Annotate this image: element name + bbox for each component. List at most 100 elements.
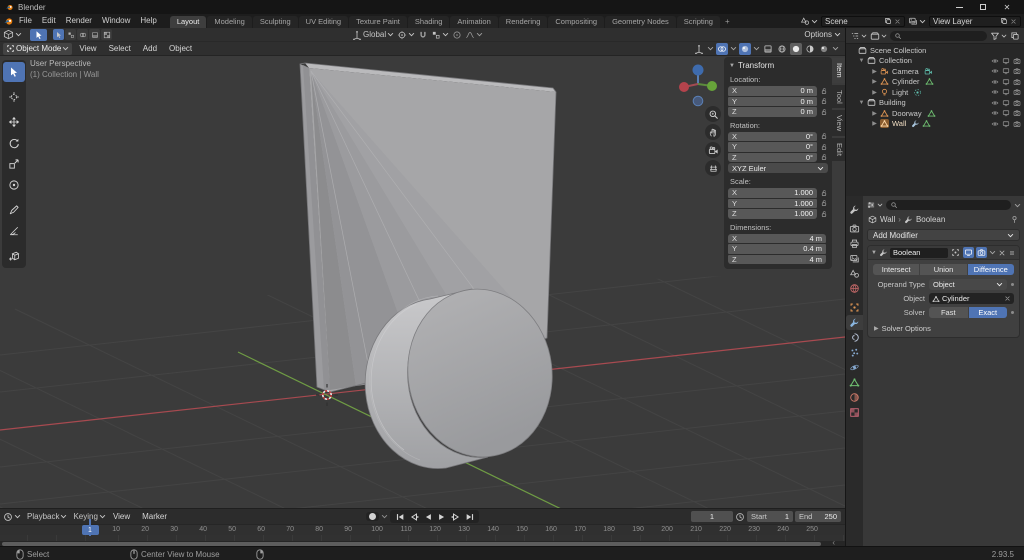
viewport-menu-add[interactable]: Add	[138, 44, 162, 53]
lock-icon[interactable]	[817, 97, 828, 105]
lock-icon[interactable]	[817, 108, 828, 116]
chevron-down-icon[interactable]	[730, 45, 737, 52]
add-modifier-dropdown[interactable]: Add Modifier	[867, 229, 1020, 241]
disable-render-icon[interactable]	[1013, 99, 1021, 107]
select-mode-set-button[interactable]	[53, 29, 64, 40]
location-z-field[interactable]: Z0 m	[728, 107, 817, 117]
sidebar-tab-item[interactable]: Item	[832, 58, 845, 83]
editor-type-button[interactable]	[3, 29, 22, 40]
zoom-button[interactable]	[705, 106, 721, 122]
frame-end-field[interactable]: End250	[795, 511, 841, 522]
timeline-menu-playback[interactable]: Playback	[27, 512, 67, 521]
props-tab-object[interactable]	[846, 300, 863, 315]
props-tab-physics[interactable]	[846, 360, 863, 375]
animate-dot-icon[interactable]	[1011, 283, 1014, 286]
viewport-menu-select[interactable]: Select	[104, 44, 136, 53]
workspace-tab-scripting[interactable]: Scripting	[677, 16, 720, 28]
mesh-data-icon[interactable]	[925, 77, 934, 86]
lock-icon[interactable]	[817, 153, 828, 161]
play-button[interactable]	[435, 511, 448, 522]
navigation-gizmo[interactable]	[672, 58, 724, 110]
expander-icon[interactable]: ▶	[871, 120, 878, 127]
breadcrumb-modifier[interactable]: Boolean	[916, 215, 945, 224]
hide-eye-icon[interactable]	[991, 88, 999, 96]
toggle-xray-button[interactable]	[762, 43, 774, 55]
props-tab-scene[interactable]	[846, 266, 863, 281]
modifier-name-field[interactable]: Boolean	[890, 248, 948, 258]
mesh-data-icon[interactable]	[922, 119, 931, 128]
dimensions-y-field[interactable]: Y0.4 m	[728, 244, 826, 254]
next-keyframe-button[interactable]	[449, 511, 462, 522]
rotation-mode-dropdown[interactable]: XYZ Euler	[728, 163, 828, 173]
tool-add-cube[interactable]	[3, 246, 25, 266]
transform-panel-header[interactable]: ▼ Transform	[724, 59, 832, 72]
props-tab-render[interactable]	[846, 221, 863, 236]
hide-eye-icon[interactable]	[991, 99, 999, 107]
chevron-down-icon[interactable]	[832, 45, 839, 52]
timeline-menu-view[interactable]: View	[108, 512, 135, 521]
rotation-z-field[interactable]: Z0°	[728, 153, 817, 163]
shading-solid-button[interactable]	[790, 43, 802, 55]
drag-handle-icon[interactable]	[1008, 249, 1016, 257]
new-scene-icon[interactable]	[884, 17, 892, 25]
pin-icon[interactable]	[1010, 215, 1019, 224]
rotation-x-field[interactable]: X0°	[728, 132, 817, 142]
hide-eye-icon[interactable]	[991, 78, 999, 86]
proportional-falloff-dropdown[interactable]	[465, 30, 483, 40]
active-tool-button[interactable]	[30, 29, 47, 41]
dimensions-z-field[interactable]: Z4 m	[728, 255, 826, 265]
proportional-editing-toggle[interactable]	[452, 30, 462, 40]
snap-settings-dropdown[interactable]	[431, 30, 449, 40]
chevron-down-icon[interactable]	[989, 249, 996, 256]
show-overlays-toggle[interactable]	[716, 43, 728, 55]
props-tab-view-layer[interactable]	[846, 251, 863, 266]
clear-object-icon[interactable]	[1004, 295, 1011, 302]
hide-eye-icon[interactable]	[991, 109, 999, 117]
current-frame-marker[interactable]: 1	[82, 525, 99, 535]
timeline-menu-marker[interactable]: Marker	[137, 512, 172, 521]
gizmo-x-axis[interactable]	[679, 82, 689, 92]
chevron-down-icon[interactable]	[1014, 202, 1021, 209]
frame-start-field[interactable]: Start1	[747, 511, 793, 522]
select-mode-extend-button[interactable]	[65, 29, 76, 40]
close-button[interactable]: ✕	[995, 0, 1019, 14]
viewport-menu-object[interactable]: Object	[164, 44, 197, 53]
lock-icon[interactable]	[817, 189, 828, 197]
pivot-point-dropdown[interactable]	[397, 30, 415, 40]
lock-icon[interactable]	[817, 87, 828, 95]
props-tab-material[interactable]	[846, 390, 863, 405]
properties-editor-type-button[interactable]	[866, 200, 883, 210]
select-mode-invert-button[interactable]	[89, 29, 100, 40]
expander-icon[interactable]: ▶	[871, 78, 878, 85]
expander-icon[interactable]: ▼	[858, 58, 865, 64]
operation-difference-button[interactable]: Difference	[968, 264, 1014, 275]
workspace-tab-layout[interactable]: Layout	[170, 16, 207, 28]
location-x-field[interactable]: X0 m	[728, 86, 817, 96]
scale-z-field[interactable]: Z1.000	[728, 209, 817, 219]
outliner-row-building[interactable]: ▼ Building	[846, 98, 1024, 109]
solver-exact-button[interactable]: Exact	[969, 307, 1008, 318]
lock-icon[interactable]	[817, 143, 828, 151]
new-view-layer-icon[interactable]	[1000, 17, 1008, 25]
pan-button[interactable]	[705, 124, 721, 140]
scene-name-field[interactable]: Scene	[821, 16, 905, 27]
hide-eye-icon[interactable]	[991, 120, 999, 128]
operand-object-field[interactable]: Cylinder	[929, 293, 1014, 304]
select-mode-subtract-button[interactable]	[77, 29, 88, 40]
props-tab-object-data[interactable]	[846, 375, 863, 390]
maximize-button[interactable]	[971, 0, 995, 14]
shading-wireframe-button[interactable]	[776, 43, 788, 55]
dimensions-x-field[interactable]: X4 m	[728, 234, 826, 244]
disable-render-icon[interactable]	[1013, 67, 1021, 75]
transform-orientation-dropdown[interactable]: Global	[352, 30, 394, 40]
minimize-button[interactable]	[947, 0, 971, 14]
collapse-triangle-icon[interactable]: ▼	[871, 250, 877, 256]
outliner-row-scene-collection[interactable]: Scene Collection	[846, 45, 1024, 56]
outliner-editor-type-button[interactable]	[850, 31, 867, 41]
gizmo-y-axis[interactable]	[707, 81, 717, 91]
modifier-render-toggle[interactable]	[976, 247, 987, 258]
lock-icon[interactable]	[817, 210, 828, 218]
operation-union-button[interactable]: Union	[920, 264, 966, 275]
tool-rotate[interactable]	[3, 133, 25, 153]
play-reverse-button[interactable]	[421, 511, 434, 522]
